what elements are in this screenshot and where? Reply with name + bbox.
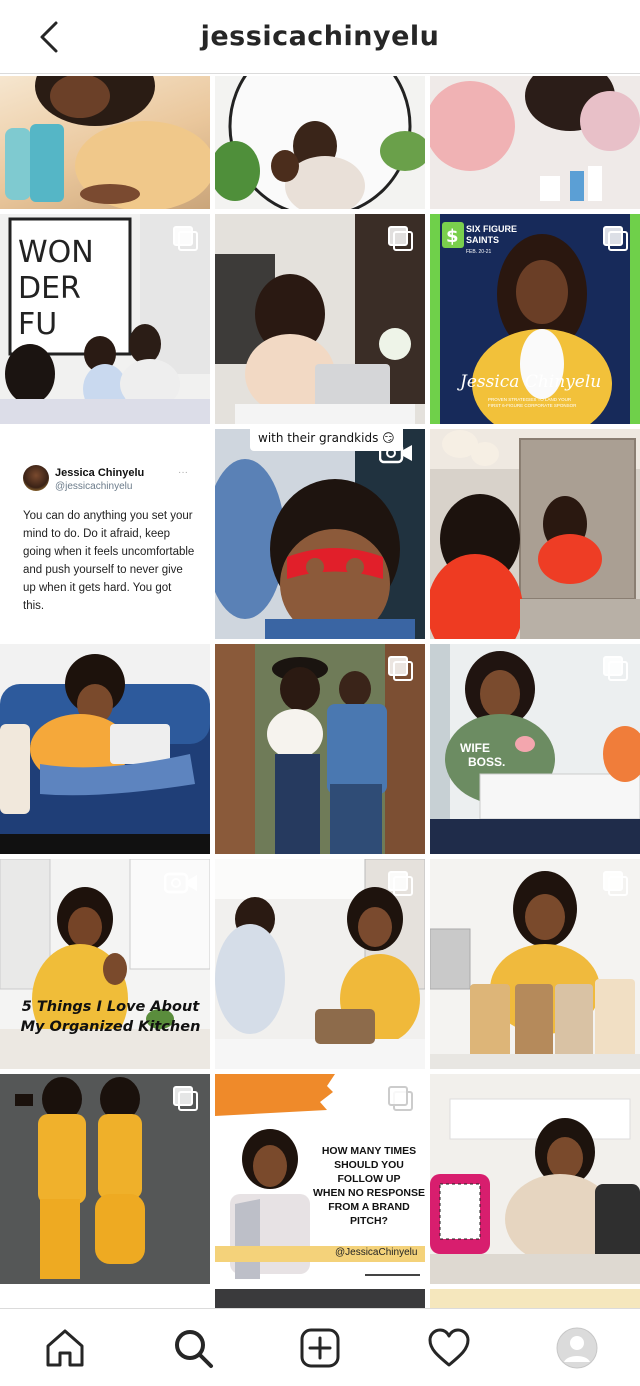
post-tile-19[interactable] (0, 1289, 210, 1308)
tab-profile[interactable] (554, 1325, 600, 1371)
svg-text:SIX FIGURE: SIX FIGURE (466, 224, 517, 234)
post-tile-13[interactable]: 5 Things I Love About My Organized Kitch… (0, 859, 210, 1069)
post-image (0, 644, 210, 854)
post-tile-1[interactable] (0, 76, 210, 209)
search-icon (175, 1330, 213, 1368)
post-tile-10[interactable] (0, 644, 210, 854)
svg-text:PROVEN STRATEGIES TO LAND YOUR: PROVEN STRATEGIES TO LAND YOUR (488, 397, 572, 402)
post-tile-21[interactable] (430, 1289, 640, 1308)
svg-text:BOSS.: BOSS. (468, 755, 505, 769)
svg-text:WON: WON (18, 235, 94, 270)
multiple-posts-icon (602, 656, 628, 682)
post-tile-3[interactable] (430, 76, 640, 209)
svg-text:SAINTS: SAINTS (466, 235, 499, 245)
profile-username-title: jessicachinyelu (200, 21, 440, 52)
post-tile-7[interactable]: Jessica Chinyelu @jessicachinyelu ··· Yo… (0, 429, 210, 639)
home-icon (46, 1329, 84, 1367)
avatar (23, 465, 49, 491)
post-image (430, 76, 640, 201)
post-image (215, 76, 425, 209)
post-tile-8[interactable]: with their grandkids 😏 (215, 429, 425, 639)
post-tile-20[interactable] (215, 1289, 425, 1308)
pitch-handle: @JessicaChinyelu (335, 1247, 418, 1258)
post-tile-4[interactable]: WON DER FU (0, 214, 210, 424)
multiple-posts-icon (387, 871, 413, 897)
pitch-line-4: FROM A BRAND PITCH? (328, 1201, 410, 1227)
top-nav-bar: jessicachinyelu (0, 0, 640, 74)
video-camera-icon (164, 872, 197, 894)
svg-text:FIRST 6-FIGURE CORPORATE SPONS: FIRST 6-FIGURE CORPORATE SPONSOR (488, 403, 577, 408)
post-tile-6[interactable]: $ SIX FIGURE SAINTS FEB. 20-21 Jessica C… (430, 214, 640, 424)
multiple-posts-icon (602, 871, 628, 897)
multiple-posts-icon (387, 1086, 413, 1112)
svg-text:FEB. 20-21: FEB. 20-21 (466, 249, 492, 255)
post-tile-16[interactable] (0, 1074, 210, 1284)
post-image (5, 76, 210, 209)
pitch-line-2: SHOULD YOU FOLLOW UP (334, 1159, 404, 1185)
video-camera-icon (379, 442, 412, 464)
post-tile-12[interactable]: WIFE BOSS. (430, 644, 640, 854)
tweet-author-handle: @jessicachinyelu (55, 481, 133, 492)
svg-text:WIFE: WIFE (460, 741, 490, 755)
tab-home[interactable] (42, 1325, 88, 1371)
post-tile-17[interactable]: HOW MANY TIMES SHOULD YOU FOLLOW UP WHEN… (215, 1074, 425, 1284)
multiple-posts-icon (387, 656, 413, 682)
post-tile-11[interactable] (215, 644, 425, 854)
pitch-line-3: WHEN NO RESPONSE (313, 1187, 425, 1199)
post-tile-15[interactable] (430, 859, 640, 1069)
tweet-text: You can do anything you set your mind to… (23, 510, 195, 612)
svg-text:FU: FU (18, 307, 57, 342)
post-tile-5[interactable] (215, 214, 425, 424)
post-tile-14[interactable] (215, 859, 425, 1069)
svg-text:DER: DER (18, 271, 81, 306)
multiple-posts-icon (602, 226, 628, 252)
tweet-author-name: Jessica Chinyelu (55, 467, 145, 479)
tab-search[interactable] (170, 1325, 216, 1371)
svg-text:$: $ (446, 226, 459, 247)
heart-icon (428, 1328, 470, 1367)
profile-avatar (556, 1327, 598, 1369)
post-image (430, 429, 640, 639)
bottom-tab-bar (0, 1308, 640, 1386)
more-icon: ··· (178, 467, 188, 478)
post-tile-18[interactable] (430, 1074, 640, 1284)
tab-new-post[interactable] (297, 1325, 343, 1371)
back-button[interactable] (30, 18, 68, 56)
multiple-posts-icon (172, 1086, 198, 1112)
post-image (430, 1074, 640, 1284)
chevron-left-icon (40, 21, 58, 53)
tab-activity[interactable] (426, 1325, 472, 1371)
explore-grid: WON DER FU $ SIX FIGURE SAINTS FEB. 20-2… (0, 76, 640, 1308)
pitch-line-1: HOW MANY TIMES (321, 1145, 417, 1157)
multiple-posts-icon (387, 226, 413, 252)
post-tile-2[interactable] (215, 76, 425, 209)
new-post-icon (300, 1328, 340, 1368)
svg-text:Jessica Chinyelu: Jessica Chinyelu (457, 372, 601, 392)
post-caption-overlay: 5 Things I Love About My Organized Kitch… (20, 999, 201, 1035)
multiple-posts-icon (172, 226, 198, 252)
pitch-question: HOW MANY TIMES SHOULD YOU FOLLOW UP WHEN… (313, 1144, 425, 1228)
post-tile-9[interactable] (430, 429, 640, 639)
